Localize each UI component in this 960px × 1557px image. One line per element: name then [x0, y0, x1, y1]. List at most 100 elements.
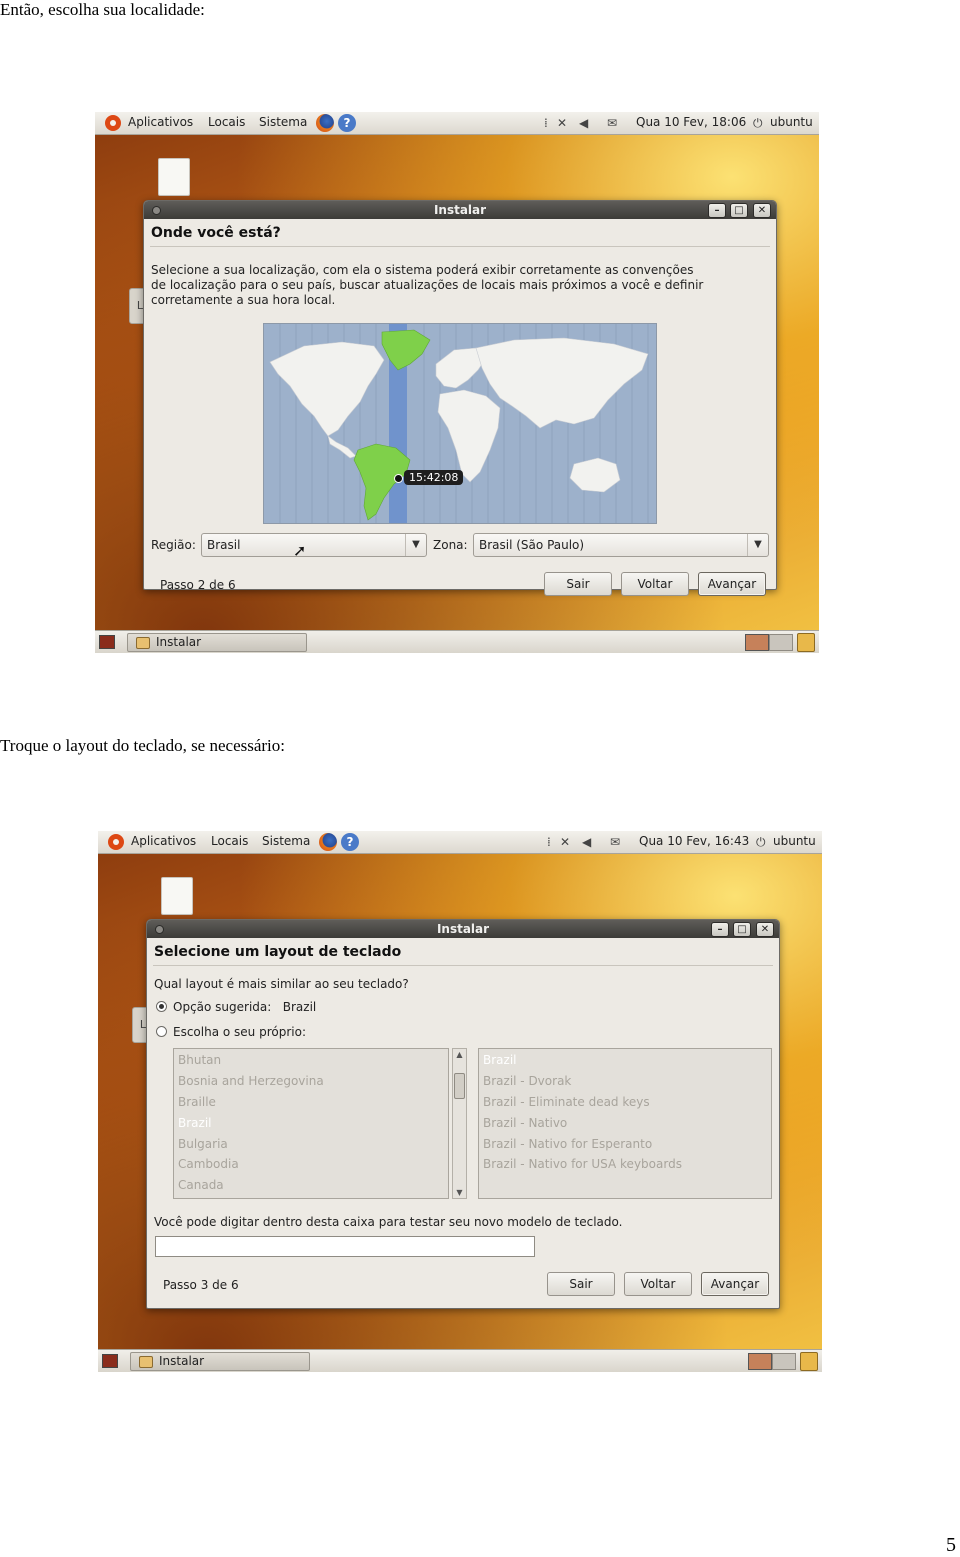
menu-places[interactable]: Locais	[208, 115, 245, 129]
network-icon[interactable]: ✕	[557, 115, 567, 131]
show-desktop-icon[interactable]	[99, 635, 115, 649]
country-item[interactable]: Bosnia and Herzegovina	[178, 1071, 324, 1091]
menu-places[interactable]: Locais	[211, 834, 248, 848]
top-panel: Aplicativos Locais Sistema ? ⁞ ✕ ◀ ✉ Qua…	[95, 112, 819, 135]
window-title: Instalar	[433, 203, 487, 217]
world-timezone-map[interactable]: 15:42:08	[263, 323, 657, 524]
step-indicator: Passo 2 de 6	[160, 578, 236, 592]
mail-icon[interactable]: ✉	[610, 834, 620, 850]
radio-unselected-icon[interactable]	[156, 1026, 167, 1037]
country-list[interactable]: Bhutan Bosnia and Herzegovina Braille Br…	[173, 1048, 449, 1199]
menu-applications[interactable]: Aplicativos	[128, 115, 193, 129]
screenshot-keyboard-step: Aplicativos Locais Sistema ? ⁞ ✕ ◀ ✉ Qua…	[98, 831, 822, 1372]
quit-button[interactable]: Sair	[547, 1272, 615, 1296]
chevron-down-icon[interactable]: ▼	[747, 534, 768, 556]
power-icon[interactable]: ⏻	[756, 834, 766, 850]
workspace-1[interactable]	[748, 1353, 772, 1370]
volume-icon[interactable]: ◀	[582, 834, 591, 850]
layout-item[interactable]: Brazil - Eliminate dead keys	[483, 1092, 650, 1112]
scroll-thumb[interactable]	[454, 1073, 465, 1099]
drag-handle-icon: ⁞	[547, 835, 551, 849]
country-item[interactable]: Bhutan	[178, 1050, 221, 1070]
power-icon[interactable]: ⏻	[753, 115, 763, 131]
mouse-cursor-icon: ➚	[293, 541, 307, 560]
zone-label: Zona:	[433, 538, 468, 552]
maximize-button[interactable]: □	[730, 203, 748, 218]
layout-list[interactable]: Brazil Brazil - Dvorak Brazil - Eliminat…	[478, 1048, 772, 1199]
workspace-2[interactable]	[769, 634, 793, 651]
quit-button[interactable]: Sair	[544, 572, 612, 596]
close-button[interactable]: ✕	[753, 203, 771, 218]
country-item[interactable]: Cambodia	[178, 1154, 239, 1174]
workspace-2[interactable]	[772, 1353, 796, 1370]
chevron-down-icon[interactable]: ▼	[405, 534, 426, 556]
trash-icon[interactable]	[800, 1352, 818, 1371]
close-button[interactable]: ✕	[756, 922, 774, 937]
help-icon[interactable]: ?	[341, 833, 359, 851]
forward-button[interactable]: Avançar	[698, 572, 766, 596]
menu-system[interactable]: Sistema	[262, 834, 310, 848]
ubuntu-logo-icon[interactable]	[105, 115, 121, 131]
chevron-up-icon[interactable]: ▲	[453, 1050, 466, 1059]
bottom-panel: Instalar	[98, 1349, 822, 1372]
help-icon[interactable]: ?	[338, 114, 356, 132]
country-item[interactable]: Bulgaria	[178, 1134, 228, 1154]
layout-item[interactable]: Brazil - Nativo	[483, 1113, 567, 1133]
back-button[interactable]: Voltar	[621, 572, 689, 596]
chevron-down-icon[interactable]: ▼	[453, 1188, 466, 1197]
drag-handle-icon: ⁞	[544, 116, 548, 130]
workspace-1[interactable]	[745, 634, 769, 651]
location-marker[interactable]	[394, 474, 403, 483]
layout-item[interactable]: Brazil - Nativo for Esperanto	[483, 1134, 652, 1154]
country-item-selected[interactable]: Brazil	[178, 1113, 212, 1133]
mail-icon[interactable]: ✉	[607, 115, 617, 131]
show-desktop-icon[interactable]	[102, 1354, 118, 1368]
volume-icon[interactable]: ◀	[579, 115, 588, 131]
network-icon[interactable]: ✕	[560, 834, 570, 850]
country-list-scrollbar[interactable]: ▲ ▼	[452, 1048, 467, 1199]
desktop-file-icon[interactable]	[161, 877, 193, 915]
firefox-icon[interactable]	[319, 833, 337, 851]
layout-item[interactable]: Brazil - Nativo for USA keyboards	[483, 1154, 682, 1174]
test-field-label: Você pode digitar dentro desta caixa par…	[154, 1215, 623, 1229]
desktop-file-icon[interactable]	[158, 158, 190, 196]
location-description: Selecione a sua localização, com ela o s…	[151, 263, 704, 307]
instruction-location: Então, escolha sua localidade:	[0, 0, 205, 19]
zone-select[interactable]: Brasil (São Paulo) ▼	[473, 533, 769, 557]
user-name[interactable]: ubuntu	[773, 834, 816, 848]
country-item[interactable]: Canada	[178, 1175, 224, 1195]
region-label: Região:	[151, 538, 196, 552]
trash-icon[interactable]	[797, 633, 815, 652]
back-button[interactable]: Voltar	[624, 1272, 692, 1296]
layout-item-selected[interactable]: Brazil	[483, 1050, 517, 1070]
layout-item[interactable]: Brazil - Dvorak	[483, 1071, 571, 1091]
country-item[interactable]: Braille	[178, 1092, 216, 1112]
time-tooltip: 15:42:08	[404, 470, 464, 485]
maximize-button[interactable]: □	[733, 922, 751, 937]
minimize-button[interactable]: –	[708, 203, 726, 218]
page-number: 5	[946, 1534, 956, 1556]
radio-selected-icon[interactable]	[156, 1001, 167, 1012]
ubuntu-logo-icon[interactable]	[108, 834, 124, 850]
keyboard-test-input[interactable]	[155, 1236, 535, 1257]
clock[interactable]: Qua 10 Fev, 16:43	[639, 834, 749, 848]
menu-applications[interactable]: Aplicativos	[131, 834, 196, 848]
installer-icon	[136, 637, 150, 649]
installer-window: Instalar – □ ✕ Selecione um layout de te…	[146, 919, 780, 1309]
user-name[interactable]: ubuntu	[770, 115, 813, 129]
region-select[interactable]: Brasil ▼	[201, 533, 427, 557]
page-heading: Onde você está?	[151, 225, 281, 241]
window-titlebar[interactable]: Instalar – □ ✕	[144, 201, 776, 219]
firefox-icon[interactable]	[316, 114, 334, 132]
window-titlebar[interactable]: Instalar – □ ✕	[147, 920, 779, 938]
suggested-value: Brazil	[282, 1000, 317, 1014]
choose-own-option[interactable]: Escolha o seu próprio:	[156, 1025, 306, 1039]
minimize-button[interactable]: –	[711, 922, 729, 937]
clock[interactable]: Qua 10 Fev, 18:06	[636, 115, 746, 129]
taskbar-item[interactable]: Instalar	[130, 1352, 310, 1371]
suggested-label: Opção sugerida:	[173, 1000, 272, 1014]
menu-system[interactable]: Sistema	[259, 115, 307, 129]
forward-button[interactable]: Avançar	[701, 1272, 769, 1296]
suggested-option[interactable]: Opção sugerida: Brazil	[156, 1000, 316, 1014]
taskbar-item[interactable]: Instalar	[127, 633, 307, 652]
